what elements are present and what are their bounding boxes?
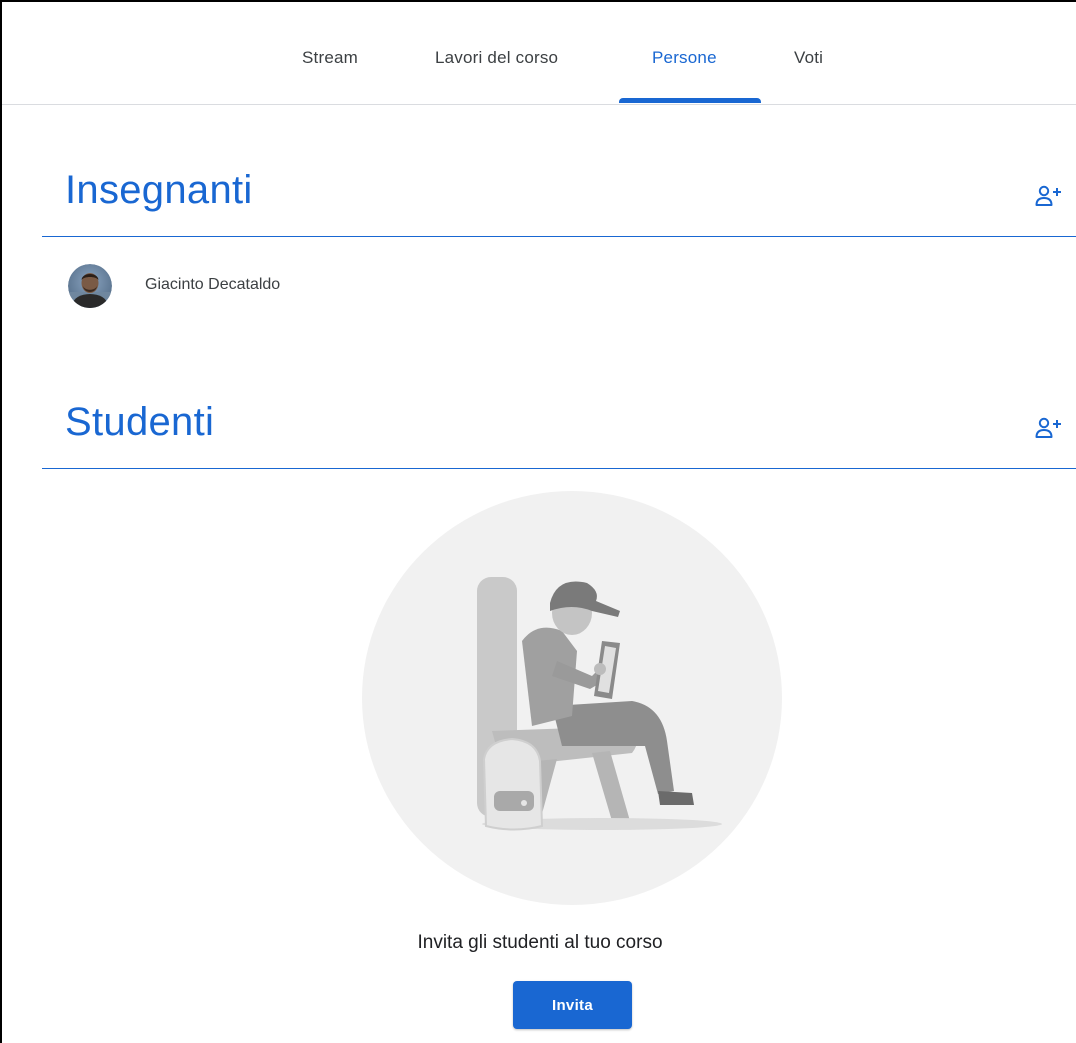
- empty-state-message: Invita gli studenti al tuo corso: [417, 932, 663, 953]
- avatar: [68, 264, 112, 308]
- course-tabs-bar: Stream Lavori del corso Persone Voti: [2, 2, 1076, 105]
- tab-grades[interactable]: Voti: [794, 48, 823, 68]
- tab-stream[interactable]: Stream: [302, 48, 358, 68]
- teachers-heading: Insegnanti: [65, 168, 253, 212]
- student-reading-tablet-illustration: [362, 491, 783, 905]
- students-heading: Studenti: [65, 400, 215, 444]
- active-tab-indicator: [619, 98, 761, 103]
- teacher-list-item[interactable]: Giacinto Decataldo: [68, 264, 668, 308]
- tab-people[interactable]: Persone: [652, 48, 717, 68]
- tab-coursework[interactable]: Lavori del corso: [435, 48, 558, 68]
- person-add-icon: [1035, 185, 1061, 206]
- add-teacher-button[interactable]: [1034, 182, 1064, 212]
- person-add-icon: [1035, 417, 1061, 438]
- teacher-name: Giacinto Decataldo: [145, 276, 281, 293]
- invite-student-button[interactable]: [1034, 414, 1064, 444]
- students-divider: [42, 468, 1076, 469]
- invite-button[interactable]: Invita: [513, 981, 632, 1029]
- teachers-divider: [42, 236, 1076, 237]
- classroom-people-page: Stream Lavori del corso Persone Voti Ins…: [0, 0, 1076, 1043]
